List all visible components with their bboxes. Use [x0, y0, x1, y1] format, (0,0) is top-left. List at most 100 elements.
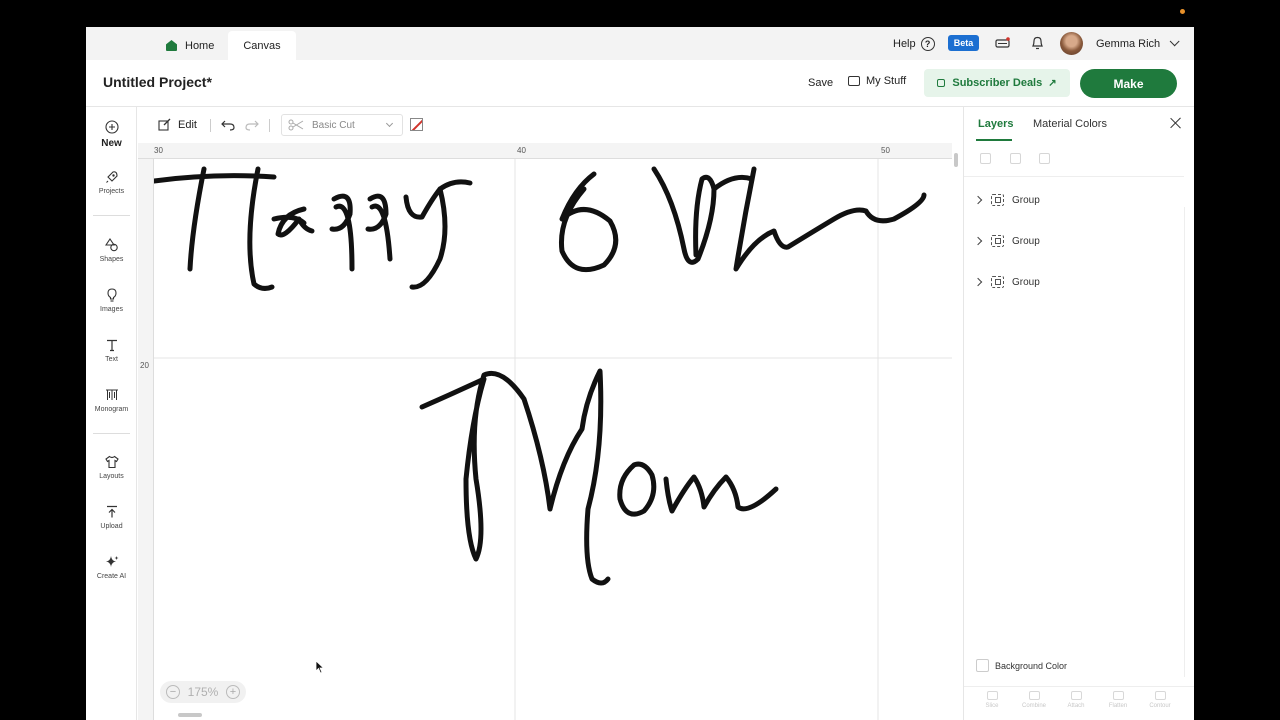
redo-icon[interactable]: [245, 118, 259, 136]
subscriber-deals-button[interactable]: Subscriber Deals ↗: [924, 69, 1070, 97]
checkbox[interactable]: [976, 659, 989, 672]
sidebar-item-upload[interactable]: Upload: [86, 505, 137, 530]
action-label: Contour: [1149, 703, 1171, 709]
sidebar-item-label: Create AI: [96, 573, 127, 580]
panel-bottom-actions: Slice Combine Attach Flatten Contour: [964, 686, 1194, 720]
tab-home-label: Home: [185, 39, 215, 52]
sidebar-item-projects[interactable]: Projects: [86, 170, 137, 195]
recording-indicator: [1180, 9, 1185, 14]
user-menu[interactable]: Gemma Rich: [1096, 27, 1180, 60]
top-nav: Home Canvas Help ? Beta Gemma Rich: [86, 27, 1194, 60]
flatten-button[interactable]: Flatten: [1098, 691, 1138, 709]
sidebar-divider: [93, 433, 130, 434]
ruler-horizontal: 30 40 50: [138, 143, 952, 159]
edit-button[interactable]: Edit: [158, 118, 197, 131]
attach-button[interactable]: Attach: [1056, 691, 1096, 709]
tab-home[interactable]: Home: [152, 31, 228, 60]
chevron-right-icon[interactable]: [973, 277, 983, 287]
group-icon: [991, 235, 1004, 247]
project-title[interactable]: Untitled Project*: [103, 74, 212, 90]
design-mom[interactable]: [154, 159, 952, 720]
sidebar-item-create-ai[interactable]: Create AI: [86, 555, 137, 580]
toolbar-divider: [269, 119, 270, 132]
scissors-icon: [288, 119, 304, 131]
layer-row[interactable]: Group: [964, 268, 1184, 296]
sidebar-item-text[interactable]: Text: [86, 338, 137, 363]
group-icon: [991, 276, 1004, 288]
beta-badge[interactable]: Beta: [948, 35, 979, 51]
tab-layers[interactable]: Layers: [975, 118, 1013, 141]
combine-icon: [1028, 691, 1040, 700]
text-icon: [105, 338, 119, 352]
shapes-icon: [104, 238, 119, 252]
close-icon[interactable]: [1170, 117, 1182, 129]
subscriber-deals-label: Subscriber Deals: [952, 77, 1043, 89]
ruler-vertical: 20: [138, 159, 154, 720]
zoom-in-button[interactable]: +: [225, 685, 240, 699]
user-name: Gemma Rich: [1096, 37, 1161, 50]
sidebar-item-monogram[interactable]: Monogram: [86, 388, 137, 413]
panel-scrollbar[interactable]: [1184, 207, 1194, 677]
chevron-right-icon[interactable]: [973, 236, 983, 246]
save-button[interactable]: Save: [808, 77, 833, 89]
group-icon[interactable]: [980, 153, 991, 164]
background-color-label: Background Color: [995, 660, 1068, 671]
my-stuff-label: My Stuff: [866, 75, 907, 87]
sidebar-item-label: Layouts: [99, 473, 124, 480]
action-label: Attach: [1067, 703, 1085, 709]
layer-actions: [964, 143, 1184, 177]
background-color-toggle[interactable]: Background Color: [976, 659, 1067, 672]
chevron-right-icon[interactable]: [973, 195, 983, 205]
chevron-down-icon: [1169, 36, 1180, 47]
upload-icon: [105, 505, 119, 519]
shirt-icon: [104, 455, 119, 469]
sidebar-item-layouts[interactable]: Layouts: [86, 455, 137, 480]
color-swatch[interactable]: [410, 118, 423, 131]
avatar[interactable]: [1060, 32, 1083, 55]
my-stuff-button[interactable]: My Stuff: [848, 75, 906, 87]
help-label: Help: [893, 37, 916, 50]
sidebar-item-label: Text: [105, 356, 118, 363]
tab-material-colors[interactable]: Material Colors: [1033, 118, 1107, 130]
bell-icon[interactable]: [1029, 35, 1045, 51]
envelope-icon: [848, 76, 860, 86]
ruler-label: 30: [154, 146, 163, 155]
machine-icon[interactable]: [994, 35, 1010, 51]
horizontal-scrollbar[interactable]: [178, 713, 202, 717]
sidebar-item-shapes[interactable]: Shapes: [86, 238, 137, 263]
layer-label: Group: [1012, 235, 1040, 247]
slice-button[interactable]: Slice: [972, 691, 1012, 709]
layer-row[interactable]: Group: [964, 186, 1184, 214]
undo-icon[interactable]: [221, 118, 235, 136]
edit-label: Edit: [178, 118, 197, 131]
zoom-level: 175%: [187, 685, 219, 699]
make-button[interactable]: Make: [1080, 69, 1177, 98]
design-canvas[interactable]: 30 40 50 20 − 175% +: [138, 143, 958, 720]
contour-button[interactable]: Contour: [1140, 691, 1180, 709]
home-icon: [166, 40, 177, 51]
slice-icon: [986, 691, 998, 700]
question-icon: ?: [920, 36, 935, 51]
monogram-icon: [105, 388, 119, 402]
tab-canvas[interactable]: Canvas: [228, 31, 296, 60]
sidebar-item-images[interactable]: Images: [86, 288, 137, 313]
delete-icon[interactable]: [1039, 153, 1050, 164]
layers-panel: Layers Material Colors Group Group Group: [963, 107, 1194, 720]
sidebar-item-label: Upload: [100, 523, 123, 530]
help-button[interactable]: Help ?: [893, 27, 935, 60]
mouse-cursor-icon: [315, 660, 325, 674]
project-bar: Untitled Project* Save My Stuff Subscrib…: [86, 60, 1194, 107]
sidebar-divider: [93, 215, 130, 216]
vertical-scrollbar[interactable]: [954, 153, 958, 167]
combine-button[interactable]: Combine: [1014, 691, 1054, 709]
duplicate-icon[interactable]: [1010, 153, 1021, 164]
design-space-window: Home Canvas Help ? Beta Gemma Rich Untit…: [86, 27, 1194, 720]
left-sidebar: New Projects Shapes Images Text Monogram…: [86, 107, 137, 720]
chevron-down-icon: [385, 119, 394, 128]
layer-label: Group: [1012, 194, 1040, 206]
operation-select[interactable]: Basic Cut: [281, 114, 403, 136]
sidebar-item-new[interactable]: New: [86, 120, 137, 149]
action-label: Combine: [1021, 703, 1046, 709]
zoom-out-button[interactable]: −: [166, 685, 180, 699]
layer-row[interactable]: Group: [964, 227, 1184, 255]
